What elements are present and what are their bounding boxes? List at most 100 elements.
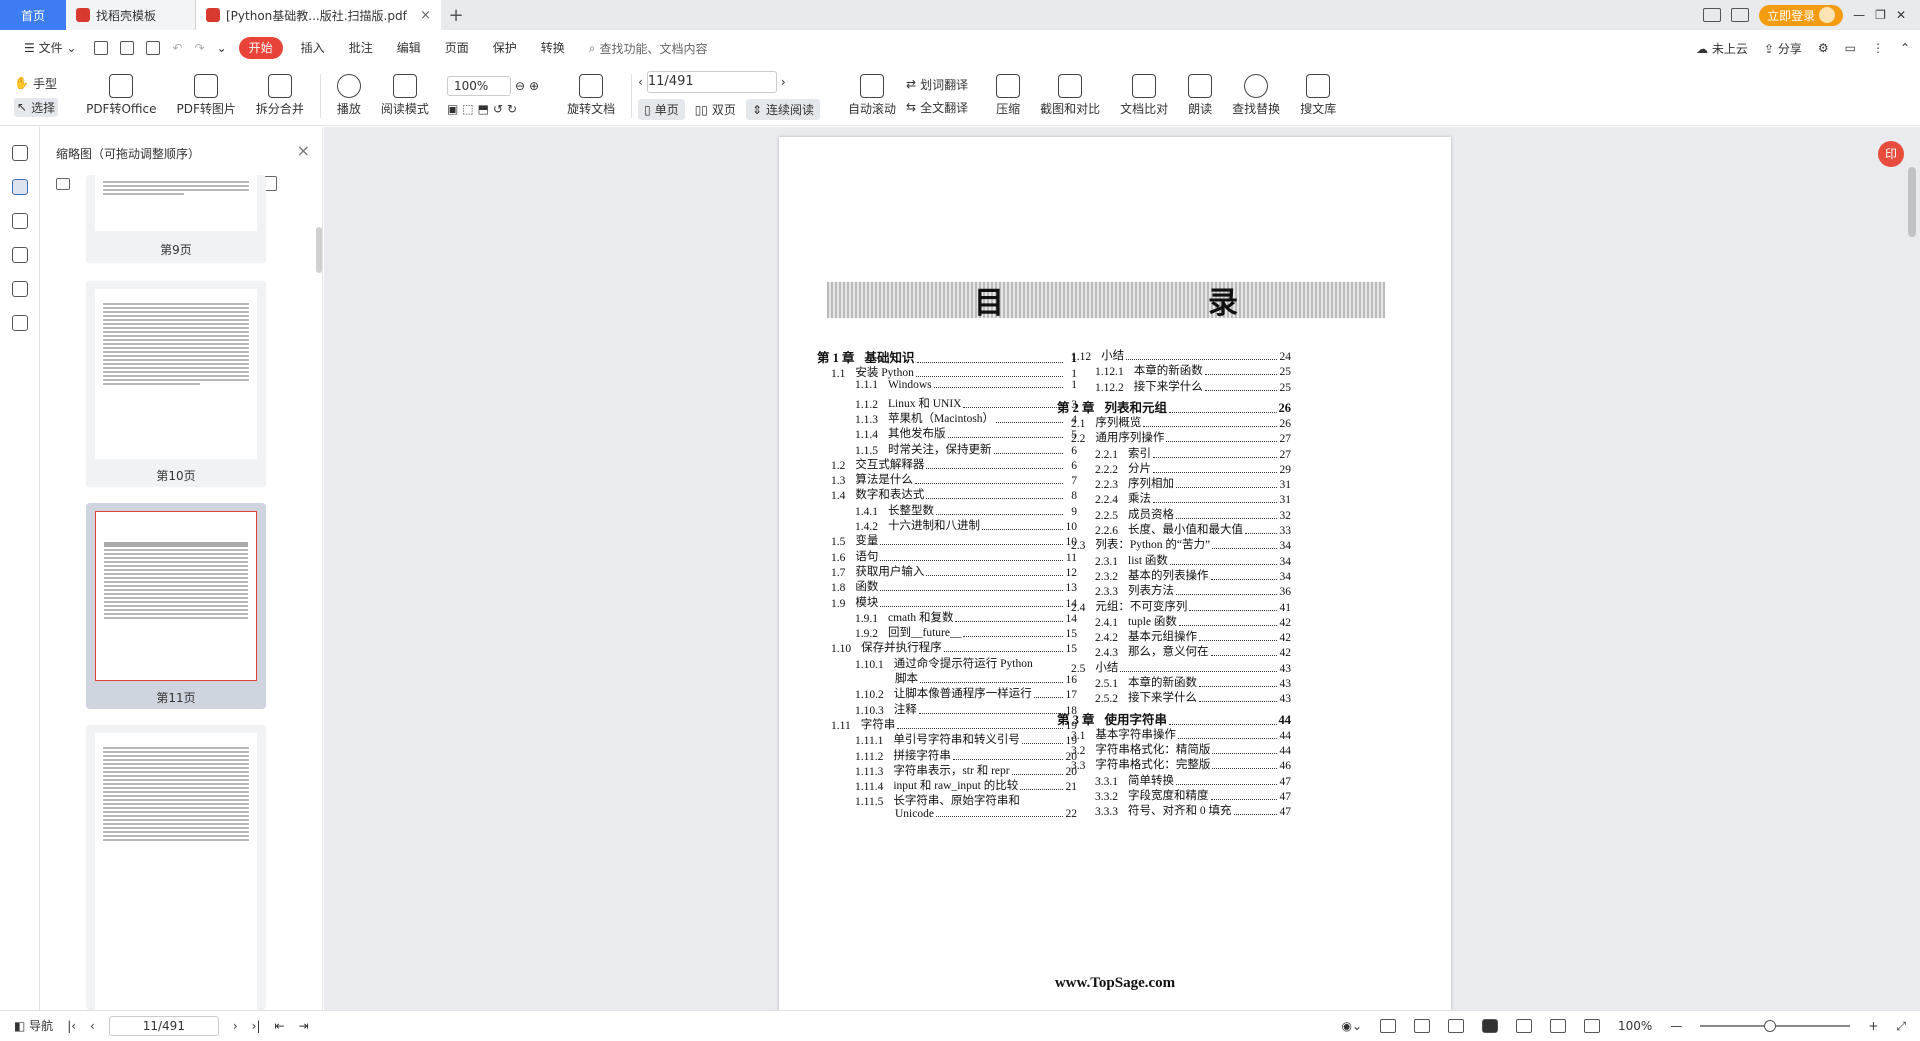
- thumbnail-page-10[interactable]: 第10页: [86, 281, 266, 487]
- forward-icon[interactable]: ⇥: [299, 1019, 309, 1033]
- continuous-read-button[interactable]: ⇕ 连续阅读: [745, 99, 821, 120]
- zoom-select[interactable]: 100%: [446, 75, 511, 96]
- thumbnail-scrollbar[interactable]: [316, 227, 322, 273]
- collapse-ribbon-icon[interactable]: ⌃: [1900, 41, 1910, 55]
- zoom-out-icon[interactable]: ⊖: [515, 79, 525, 93]
- double-page-button[interactable]: ▯▯ 双页: [689, 99, 742, 120]
- actual-size-icon[interactable]: ▣: [447, 102, 458, 116]
- next-page-status-icon[interactable]: ›: [233, 1019, 238, 1033]
- compress-button[interactable]: 压缩: [996, 74, 1020, 117]
- feature-search[interactable]: ⌕ 查找功能、文档内容: [589, 40, 708, 57]
- share-button[interactable]: ⇪ 分享: [1764, 40, 1802, 57]
- thumbnail-page-12[interactable]: [86, 725, 266, 1010]
- menu-annotate[interactable]: 批注: [337, 30, 385, 66]
- tab-pdf-document[interactable]: [Python基础教...版社.扫描版.pdf ×: [196, 0, 441, 30]
- status-page-input[interactable]: 11/491: [108, 1015, 219, 1036]
- actual-size-status-icon[interactable]: [1516, 1019, 1533, 1033]
- play-button[interactable]: 播放: [336, 74, 361, 117]
- read-aloud-button[interactable]: 朗读: [1188, 74, 1212, 117]
- window-layout-icon[interactable]: [1703, 8, 1722, 22]
- menu-protect[interactable]: 保护: [481, 30, 529, 66]
- restore-icon[interactable]: ❐: [1875, 8, 1886, 22]
- navigation-button[interactable]: ◧ 导航: [14, 1017, 53, 1034]
- zoom-slider-knob[interactable]: [1764, 1020, 1777, 1032]
- undo-icon[interactable]: ↶: [172, 41, 182, 55]
- pdf-to-image-button[interactable]: PDF转图片: [177, 74, 236, 117]
- hand-tool-button[interactable]: ✋ 手型: [14, 75, 58, 92]
- fullscreen-icon[interactable]: ⤢: [1896, 1019, 1906, 1034]
- new-tab-button[interactable]: +: [441, 0, 471, 30]
- attachment-icon[interactable]: [11, 247, 28, 263]
- last-page-icon[interactable]: ›|: [252, 1019, 261, 1033]
- zoom-in-status-icon[interactable]: +: [1868, 1019, 1878, 1033]
- rotate-right-icon[interactable]: ↻: [507, 102, 517, 116]
- read-mode-button[interactable]: 阅读模式: [381, 74, 429, 117]
- fit-page-icon[interactable]: ⬚: [462, 102, 473, 116]
- first-page-icon[interactable]: |‹: [67, 1019, 76, 1033]
- prev-page-icon[interactable]: ‹: [638, 75, 643, 89]
- login-button[interactable]: 立即登录: [1759, 4, 1844, 26]
- split-merge-button[interactable]: 拆分合并: [256, 74, 304, 117]
- fit-page-status-icon[interactable]: [1550, 1019, 1567, 1033]
- tab-template[interactable]: 找稻壳模板: [66, 0, 196, 30]
- back-icon[interactable]: ⇤: [275, 1019, 285, 1033]
- document-viewer[interactable]: 目 录 第 1 章基础知识 1 1.1 安装 Python 1 1.1.1 Windows 1…: [324, 127, 1920, 1010]
- eye-protect-icon[interactable]: ◉⌄: [1341, 1019, 1362, 1033]
- apps-grid-icon[interactable]: [1731, 8, 1750, 22]
- find-replace-button[interactable]: 查找替换: [1232, 74, 1280, 117]
- single-view-icon[interactable]: [1414, 1019, 1431, 1033]
- comment-panel-icon[interactable]: [11, 213, 28, 229]
- menu-insert[interactable]: 插入: [289, 30, 337, 66]
- rotate-document-button[interactable]: 旋转文档: [567, 74, 615, 117]
- open-icon[interactable]: [94, 41, 109, 55]
- zoom-level[interactable]: 100%: [1618, 1019, 1652, 1033]
- print-icon[interactable]: [146, 41, 161, 55]
- play-status-icon[interactable]: [1482, 1019, 1499, 1033]
- zoom-in-icon[interactable]: ⊕: [529, 79, 539, 93]
- zoom-slider[interactable]: [1700, 1020, 1851, 1032]
- rotate-left-icon[interactable]: ↺: [493, 102, 503, 116]
- zoom-out-status-icon[interactable]: —: [1670, 1019, 1682, 1033]
- menu-start[interactable]: 开始: [238, 37, 283, 59]
- page-input[interactable]: 11/491: [646, 71, 777, 93]
- prev-page-status-icon[interactable]: ‹: [90, 1019, 95, 1033]
- cloud-status[interactable]: ☁ 未上云: [1696, 40, 1748, 57]
- next-page-icon[interactable]: ›: [781, 75, 786, 89]
- menu-page[interactable]: 页面: [433, 30, 481, 66]
- bookmark-icon[interactable]: [11, 145, 28, 161]
- redo-icon[interactable]: ↷: [195, 41, 205, 55]
- fit-width-status-icon[interactable]: [1584, 1019, 1601, 1033]
- close-tab-icon[interactable]: ×: [420, 8, 431, 23]
- layers-icon[interactable]: [11, 315, 28, 331]
- full-translate-button[interactable]: ⇆ 全文翻译: [906, 99, 968, 116]
- vertical-scrollbar[interactable]: [1908, 167, 1916, 237]
- doc-compare-button[interactable]: 文档比对: [1120, 74, 1168, 117]
- double-view-icon[interactable]: [1448, 1019, 1465, 1033]
- settings-icon[interactable]: ⚙: [1818, 41, 1829, 55]
- more-options-icon[interactable]: ⋮: [1872, 41, 1884, 55]
- continuous-view-icon[interactable]: [1380, 1019, 1397, 1033]
- thumbnail-page-11[interactable]: 第11页: [86, 503, 266, 709]
- pdf-to-office-button[interactable]: PDF转Office: [86, 74, 157, 117]
- thumbnail-icon[interactable]: [11, 179, 28, 195]
- select-tool-button[interactable]: ↖ 选择: [14, 97, 59, 117]
- word-translate-button[interactable]: ⇄ 划词翻译: [906, 76, 968, 93]
- auto-scroll-button[interactable]: 自动滚动: [848, 74, 896, 117]
- close-panel-icon[interactable]: ×: [297, 141, 310, 160]
- save-icon[interactable]: [120, 41, 135, 55]
- fit-width-icon[interactable]: ⬒: [478, 102, 489, 116]
- comment-icon[interactable]: ▭: [1845, 41, 1856, 55]
- menu-convert[interactable]: 转换: [529, 30, 577, 66]
- file-menu[interactable]: ☰ 文件 ⌄: [12, 30, 88, 66]
- more-icon[interactable]: ⌄: [217, 41, 227, 55]
- screenshot-compare-button[interactable]: 截图和对比: [1040, 74, 1100, 117]
- single-page-button[interactable]: ▯ 单页: [638, 99, 685, 120]
- thumbnail-page-9[interactable]: 第9页: [86, 175, 266, 263]
- wps-badge-icon[interactable]: 印: [1878, 141, 1904, 167]
- tab-home[interactable]: 首页: [0, 0, 66, 30]
- menu-edit[interactable]: 编辑: [385, 30, 433, 66]
- search-library-button[interactable]: 搜文库: [1300, 74, 1336, 117]
- close-window-icon[interactable]: ✕: [1896, 8, 1906, 22]
- signature-icon[interactable]: [11, 281, 28, 297]
- minimize-icon[interactable]: —: [1853, 8, 1865, 22]
